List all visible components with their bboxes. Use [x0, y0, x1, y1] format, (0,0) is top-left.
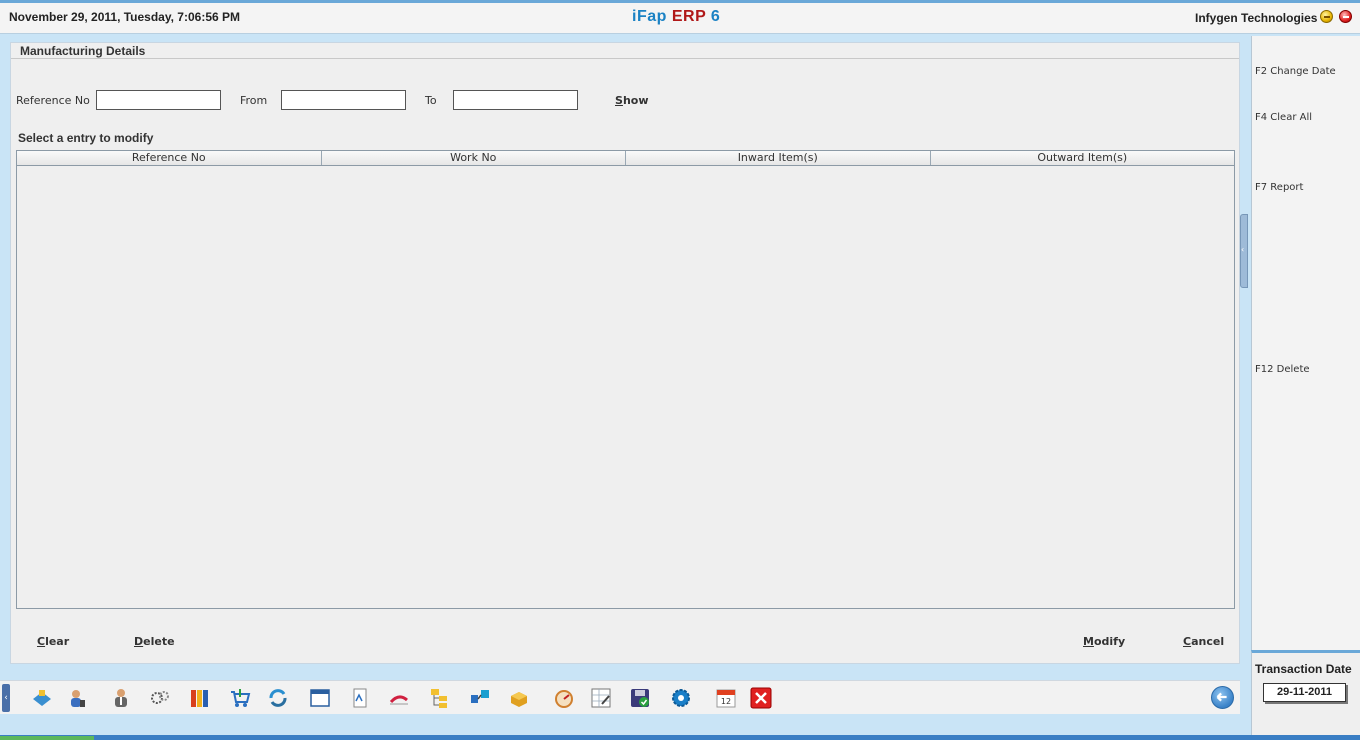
shortcut-report[interactable]: F7 Report: [1255, 182, 1303, 193]
app-brand: iFap ERP 6: [632, 8, 720, 26]
calculator-sheet-icon[interactable]: [589, 686, 613, 710]
column-header-reference-no[interactable]: Reference No: [17, 151, 322, 165]
shortcut-delete[interactable]: F12 Delete: [1255, 364, 1310, 375]
shortcut-change-date[interactable]: F2 Change Date: [1255, 66, 1336, 77]
show-mnemonic: S: [615, 94, 623, 107]
panel-divider: [11, 58, 1239, 59]
transaction-date-panel: Transaction Date 29-11-2011: [1251, 650, 1360, 735]
chevron-left-icon: ‹: [4, 693, 8, 703]
toolbar-scroll-left-button[interactable]: ‹: [2, 684, 10, 712]
reference-no-label: Reference No: [16, 94, 90, 107]
refresh-icon[interactable]: [266, 686, 290, 710]
dial-icon[interactable]: [552, 686, 576, 710]
column-header-inward-items[interactable]: Inward Item(s): [626, 151, 931, 165]
cancel-mnemonic: C: [1183, 635, 1192, 648]
window-icon[interactable]: [308, 686, 332, 710]
delete-button[interactable]: Delete: [134, 635, 175, 648]
back-arrow-button[interactable]: [1211, 686, 1234, 709]
brand-ifap: iFap: [632, 8, 667, 25]
network-icon[interactable]: [468, 686, 492, 710]
chevron-left-icon: ‹: [1241, 245, 1245, 254]
manufacturing-details-panel: Manufacturing Details Reference No From …: [10, 42, 1240, 664]
table-header: Reference No Work No Inward Item(s) Outw…: [17, 151, 1234, 166]
brand-version: 6: [710, 8, 721, 25]
calendar-icon[interactable]: 12: [714, 686, 738, 710]
ledger-icon[interactable]: [30, 686, 54, 710]
clear-label: lear: [45, 635, 70, 648]
minimize-icon: [1324, 16, 1330, 18]
books-icon[interactable]: [188, 686, 212, 710]
quick-launch-toolbar: ‹ 12: [0, 680, 1240, 714]
save-check-icon[interactable]: [628, 686, 652, 710]
select-entry-label: Select a entry to modify: [18, 131, 154, 145]
column-header-outward-items[interactable]: Outward Item(s): [930, 151, 1234, 165]
clear-button[interactable]: Clear: [37, 635, 69, 648]
exit-icon[interactable]: [749, 686, 773, 710]
gears-icon[interactable]: [148, 686, 172, 710]
close-window-button[interactable]: [1339, 10, 1352, 23]
user-phone-icon[interactable]: [65, 686, 89, 710]
package-icon[interactable]: [507, 686, 531, 710]
current-datetime: November 29, 2011, Tuesday, 7:06:56 PM: [9, 10, 241, 24]
shortcut-clear-all[interactable]: F4 Clear All: [1255, 112, 1312, 123]
from-label: From: [240, 94, 268, 107]
reference-no-input[interactable]: [96, 90, 221, 110]
status-indicator: [0, 736, 94, 740]
chart-icon[interactable]: [387, 686, 411, 710]
close-icon: [1343, 16, 1349, 18]
modify-label: odify: [1093, 635, 1126, 648]
sidebar-collapse-handle[interactable]: ‹: [1240, 214, 1248, 288]
brand-erp: ERP: [671, 8, 706, 25]
show-label: how: [622, 94, 649, 107]
to-label: To: [425, 94, 437, 107]
modify-mnemonic: M: [1083, 635, 1094, 648]
cancel-button[interactable]: Cancel: [1183, 635, 1224, 648]
panel-title: Manufacturing Details: [20, 44, 146, 58]
modify-button[interactable]: Modify: [1083, 635, 1125, 648]
show-button[interactable]: Show: [615, 94, 649, 107]
folder-tree-icon[interactable]: [428, 686, 452, 710]
arrow-left-icon: [1216, 692, 1227, 702]
calendar-day: 12: [721, 697, 731, 706]
shopping-cart-icon[interactable]: [228, 686, 252, 710]
to-date-input[interactable]: [453, 90, 578, 110]
minimize-button[interactable]: [1320, 10, 1333, 23]
staff-icon[interactable]: [109, 686, 133, 710]
from-date-input[interactable]: [281, 90, 406, 110]
transaction-date-label: Transaction Date: [1255, 662, 1352, 676]
status-strip: [0, 735, 1360, 740]
column-header-work-no[interactable]: Work No: [321, 151, 626, 165]
transaction-date-value[interactable]: 29-11-2011: [1263, 683, 1346, 702]
shortcut-sidebar: F2 Change Date F4 Clear All F7 Report F1…: [1251, 36, 1360, 650]
cancel-label: ancel: [1191, 635, 1225, 648]
document-icon[interactable]: [348, 686, 372, 710]
title-bar: November 29, 2011, Tuesday, 7:06:56 PM i…: [0, 0, 1360, 34]
clear-mnemonic: C: [37, 635, 46, 648]
delete-label: elete: [143, 635, 175, 648]
settings-gear-icon[interactable]: [669, 686, 693, 710]
company-name: Infygen Technologies: [1195, 11, 1318, 25]
entries-table[interactable]: Reference No Work No Inward Item(s) Outw…: [16, 150, 1235, 609]
delete-mnemonic: D: [134, 635, 144, 648]
